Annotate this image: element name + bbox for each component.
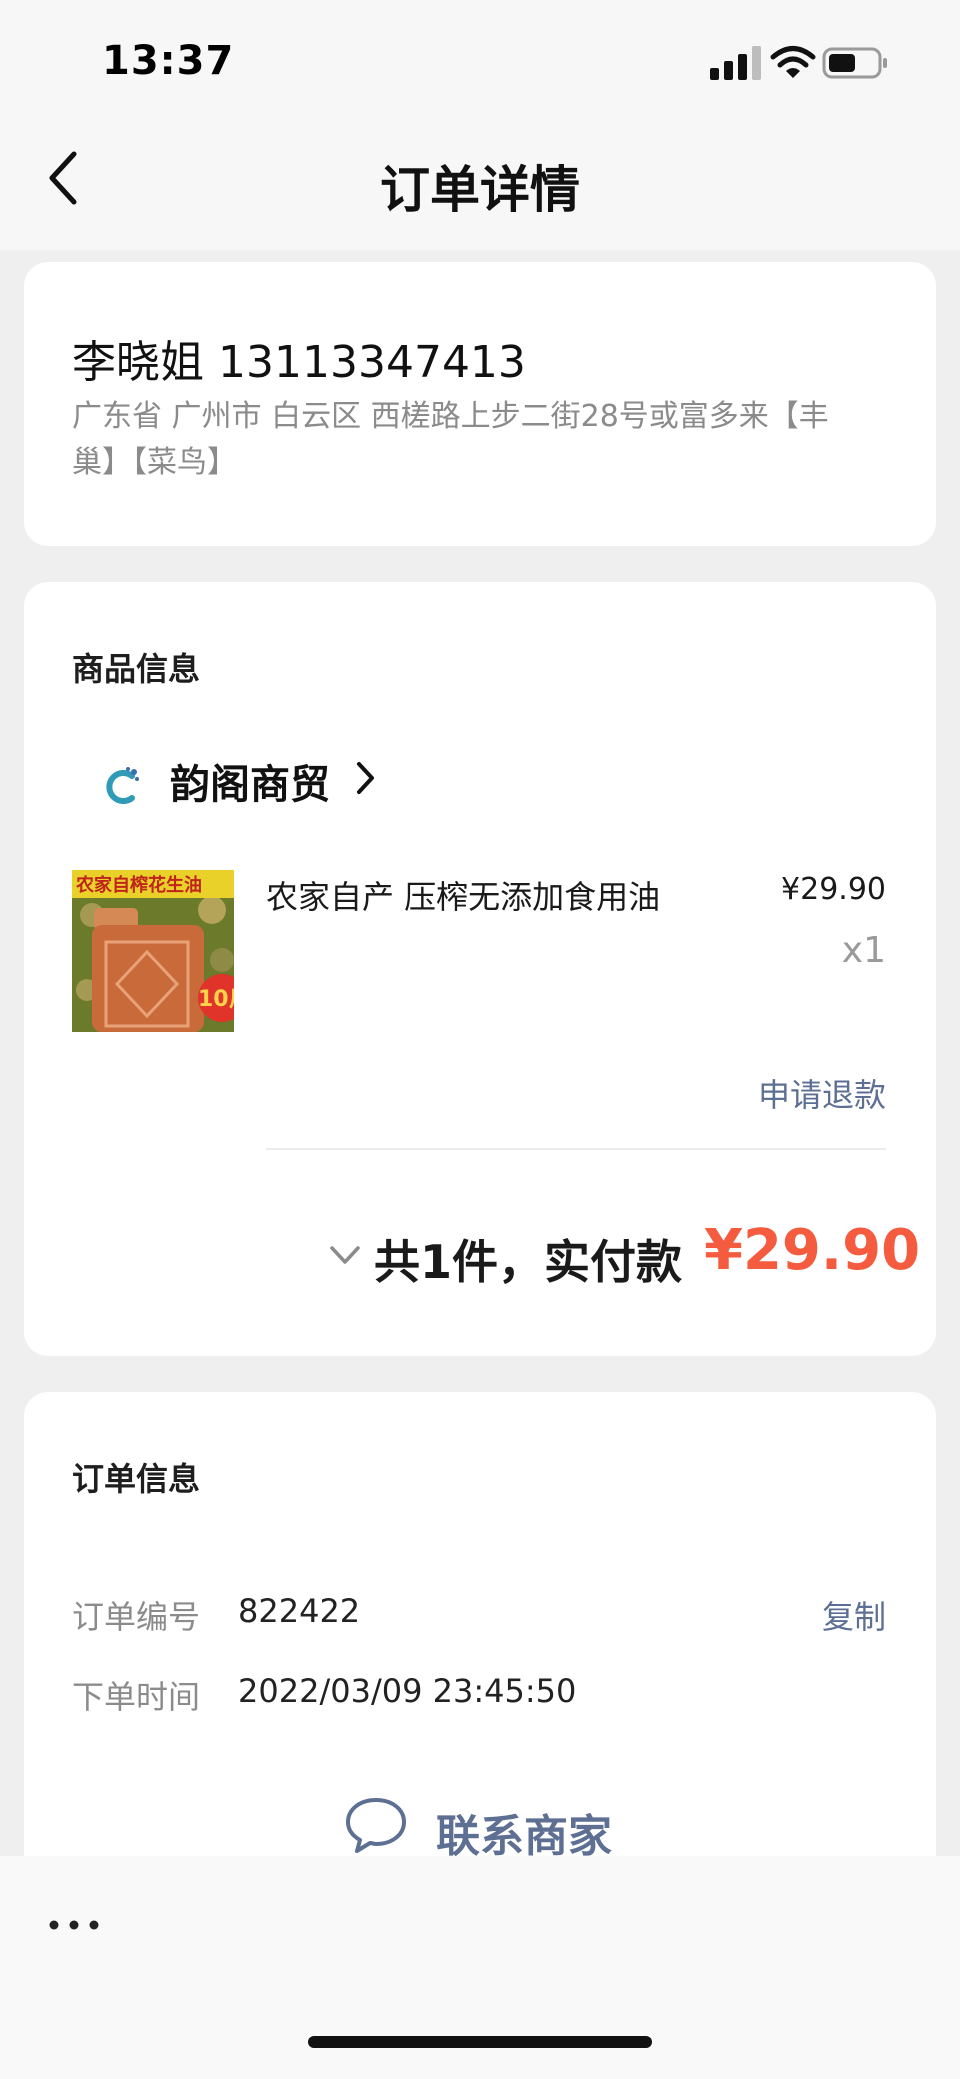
refund-button[interactable]: 申请退款 — [700, 1070, 886, 1116]
recipient-address: 广东省 广州市 白云区 西槎路上步二街28号或富多来【丰巢】【菜鸟】 — [72, 399, 829, 480]
chat-bubble-icon[interactable] — [344, 1796, 408, 1854]
status-time: 13:37 — [102, 38, 235, 84]
product-price: ¥29.90 — [781, 872, 886, 907]
battery-icon — [822, 47, 887, 79]
order-number-label: 订单编号 — [72, 1598, 201, 1636]
order-time-label: 下单时间 — [72, 1678, 201, 1716]
thumb-label: 农家自榨花生油 — [75, 874, 202, 896]
divider — [266, 1148, 886, 1150]
order-section-title: 订单信息 — [72, 1460, 201, 1498]
recipient-name-phone: 李晓姐 13113347413 — [72, 337, 526, 388]
order-time-value: 2022/03/09 23:45:50 — [238, 1672, 577, 1710]
home-indicator — [308, 2036, 652, 2048]
chevron-right-icon[interactable] — [354, 760, 376, 796]
contact-merchant-button[interactable]: 联系商家 — [436, 1800, 612, 1864]
page-title: 订单详情 — [380, 161, 580, 219]
shop-logo-icon — [106, 767, 139, 804]
shop-name-link[interactable]: 韵阁商贸 — [170, 752, 330, 810]
wifi-icon — [770, 46, 816, 78]
copy-button[interactable]: 复制 — [800, 1592, 886, 1638]
product-quantity: x1 — [841, 930, 886, 971]
total-paid-amount: ¥29.90 — [704, 1218, 921, 1283]
more-dots-icon[interactable] — [46, 1910, 106, 1940]
product-thumbnail[interactable]: 农家自榨花生油 10斤 — [72, 870, 234, 1032]
thumb-badge: 10斤 — [198, 987, 234, 1012]
order-number-value: 822422 — [238, 1592, 361, 1630]
chevron-down-icon[interactable] — [328, 1238, 362, 1272]
total-summary-label: 共1件，实付款 — [374, 1235, 683, 1289]
product-title[interactable]: 农家自产 压榨无添加食用油 — [266, 872, 660, 918]
signal-icon — [710, 46, 761, 80]
goods-section-title: 商品信息 — [72, 650, 201, 688]
